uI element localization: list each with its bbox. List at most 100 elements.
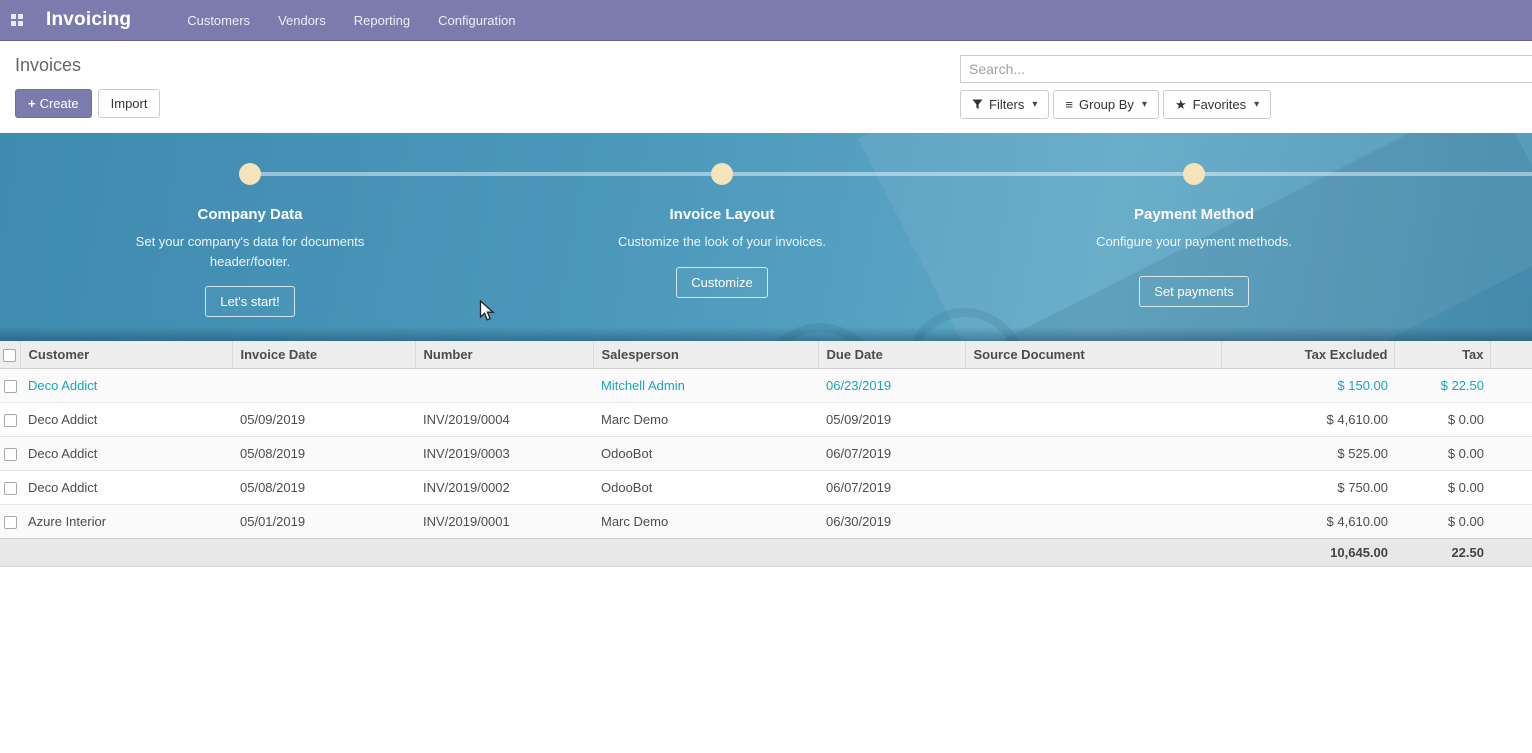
- cell-source-document[interactable]: [965, 505, 1221, 539]
- star-icon: ★: [1175, 98, 1187, 111]
- cell-tax[interactable]: $ 0.00: [1394, 437, 1490, 471]
- onboarding-step-company-data: Company Data Set your company's data for…: [14, 133, 486, 317]
- caret-down-icon: ▾: [1142, 97, 1147, 112]
- step-marker-icon: [239, 163, 261, 185]
- step-description: Customize the look of your invoices.: [606, 232, 838, 252]
- cell-due-date[interactable]: 05/09/2019: [818, 403, 965, 437]
- table-row[interactable]: Deco Addict Mitchell Admin 06/23/2019 $ …: [0, 369, 1532, 403]
- cell-salesperson[interactable]: Marc Demo: [593, 403, 818, 437]
- cell-customer[interactable]: Deco Addict: [20, 471, 232, 505]
- column-header-due-date[interactable]: Due Date: [818, 341, 965, 369]
- cell-number[interactable]: INV/2019/0003: [415, 437, 593, 471]
- cell-number[interactable]: [415, 369, 593, 403]
- cell-customer[interactable]: Deco Addict: [20, 437, 232, 471]
- cell-tax-excluded[interactable]: $ 750.00: [1221, 471, 1394, 505]
- column-header-salesperson[interactable]: Salesperson: [593, 341, 818, 369]
- column-header-customer[interactable]: Customer: [20, 341, 232, 369]
- customize-button[interactable]: Customize: [676, 267, 767, 298]
- step-title: Payment Method: [958, 206, 1430, 223]
- total-tax-excluded: 10,645.00: [1221, 539, 1394, 567]
- cell-due-date[interactable]: 06/30/2019: [818, 505, 965, 539]
- glasses-decor-icon: [760, 323, 880, 341]
- caret-down-icon: ▾: [1032, 97, 1037, 112]
- cell-salesperson[interactable]: Mitchell Admin: [593, 369, 818, 403]
- cell-customer[interactable]: Azure Interior: [20, 505, 232, 539]
- table-footer-row: 10,645.00 22.50: [0, 539, 1532, 567]
- filters-button[interactable]: Filters ▾: [960, 90, 1049, 119]
- page-title: Invoices: [15, 55, 160, 76]
- cell-tax-excluded[interactable]: $ 150.00: [1221, 369, 1394, 403]
- cell-source-document[interactable]: [965, 437, 1221, 471]
- onboarding-step-payment-method: Payment Method Configure your payment me…: [958, 133, 1430, 307]
- invoice-table: Customer Invoice Date Number Salesperson…: [0, 341, 1532, 567]
- onboarding-banner: Company Data Set your company's data for…: [0, 133, 1532, 341]
- cell-tax[interactable]: $ 0.00: [1394, 403, 1490, 437]
- column-header-number[interactable]: Number: [415, 341, 593, 369]
- step-description: Configure your payment methods.: [1078, 232, 1310, 252]
- row-checkbox[interactable]: [4, 482, 17, 495]
- cell-customer[interactable]: Deco Addict: [20, 403, 232, 437]
- onboarding-step-invoice-layout: Invoice Layout Customize the look of you…: [486, 133, 958, 298]
- app-brand[interactable]: Invoicing: [46, 9, 131, 31]
- menu-vendors[interactable]: Vendors: [264, 0, 340, 41]
- caret-down-icon: ▾: [1254, 97, 1259, 112]
- cell-due-date[interactable]: 06/07/2019: [818, 471, 965, 505]
- row-checkbox[interactable]: [4, 414, 17, 427]
- top-navbar: Invoicing Customers Vendors Reporting Co…: [0, 0, 1532, 41]
- cell-salesperson[interactable]: OdooBot: [593, 437, 818, 471]
- menu-reporting[interactable]: Reporting: [340, 0, 424, 41]
- menu-configuration[interactable]: Configuration: [424, 0, 529, 41]
- cell-customer[interactable]: Deco Addict: [20, 369, 232, 403]
- cell-tax[interactable]: $ 0.00: [1394, 505, 1490, 539]
- lets-start-button[interactable]: Let's start!: [205, 286, 295, 317]
- search-input[interactable]: [960, 55, 1532, 83]
- row-checkbox[interactable]: [4, 380, 17, 393]
- cell-invoice-date[interactable]: 05/08/2019: [232, 437, 415, 471]
- create-button[interactable]: +Create: [15, 89, 92, 118]
- cell-due-date[interactable]: 06/23/2019: [818, 369, 965, 403]
- cell-salesperson[interactable]: OdooBot: [593, 471, 818, 505]
- step-description: Set your company's data for documents he…: [134, 232, 366, 271]
- apps-menu-button[interactable]: [0, 0, 34, 41]
- group-by-button[interactable]: ≡ Group By ▾: [1053, 90, 1159, 119]
- column-header-tax-excluded[interactable]: Tax Excluded: [1221, 341, 1394, 369]
- table-row[interactable]: Azure Interior 05/01/2019 INV/2019/0001 …: [0, 505, 1532, 539]
- select-all-checkbox[interactable]: [3, 349, 16, 362]
- apps-grid-icon: [11, 14, 23, 26]
- table-header-row: Customer Invoice Date Number Salesperson…: [0, 341, 1532, 369]
- row-checkbox[interactable]: [4, 516, 17, 529]
- column-header-invoice-date[interactable]: Invoice Date: [232, 341, 415, 369]
- table-row[interactable]: Deco Addict 05/09/2019 INV/2019/0004 Mar…: [0, 403, 1532, 437]
- cell-tax[interactable]: $ 0.00: [1394, 471, 1490, 505]
- cell-number[interactable]: INV/2019/0002: [415, 471, 593, 505]
- cell-tax[interactable]: $ 22.50: [1394, 369, 1490, 403]
- table-row[interactable]: Deco Addict 05/08/2019 INV/2019/0002 Odo…: [0, 471, 1532, 505]
- filter-funnel-icon: [972, 99, 983, 110]
- column-header-source-document[interactable]: Source Document: [965, 341, 1221, 369]
- favorites-button[interactable]: ★ Favorites ▾: [1163, 90, 1271, 119]
- set-payments-button[interactable]: Set payments: [1139, 276, 1249, 307]
- cell-salesperson[interactable]: Marc Demo: [593, 505, 818, 539]
- table-row[interactable]: Deco Addict 05/08/2019 INV/2019/0003 Odo…: [0, 437, 1532, 471]
- row-checkbox[interactable]: [4, 448, 17, 461]
- cell-source-document[interactable]: [965, 471, 1221, 505]
- cell-source-document[interactable]: [965, 403, 1221, 437]
- cell-number[interactable]: INV/2019/0001: [415, 505, 593, 539]
- invoice-table-body: Deco Addict Mitchell Admin 06/23/2019 $ …: [0, 369, 1532, 539]
- cell-tax-excluded[interactable]: $ 4,610.00: [1221, 403, 1394, 437]
- column-header-tax[interactable]: Tax: [1394, 341, 1490, 369]
- cell-tax-excluded[interactable]: $ 525.00: [1221, 437, 1394, 471]
- cell-invoice-date[interactable]: 05/09/2019: [232, 403, 415, 437]
- import-button[interactable]: Import: [98, 89, 161, 118]
- menu-customers[interactable]: Customers: [173, 0, 264, 41]
- cell-invoice-date[interactable]: 05/08/2019: [232, 471, 415, 505]
- cell-invoice-date[interactable]: [232, 369, 415, 403]
- cell-source-document[interactable]: [965, 369, 1221, 403]
- cell-invoice-date[interactable]: 05/01/2019: [232, 505, 415, 539]
- cell-number[interactable]: INV/2019/0004: [415, 403, 593, 437]
- cell-due-date[interactable]: 06/07/2019: [818, 437, 965, 471]
- step-title: Company Data: [14, 206, 486, 223]
- control-panel: Invoices +Create Import Filters ▾ ≡ Grou…: [0, 41, 1532, 133]
- group-by-icon: ≡: [1065, 98, 1073, 111]
- cell-tax-excluded[interactable]: $ 4,610.00: [1221, 505, 1394, 539]
